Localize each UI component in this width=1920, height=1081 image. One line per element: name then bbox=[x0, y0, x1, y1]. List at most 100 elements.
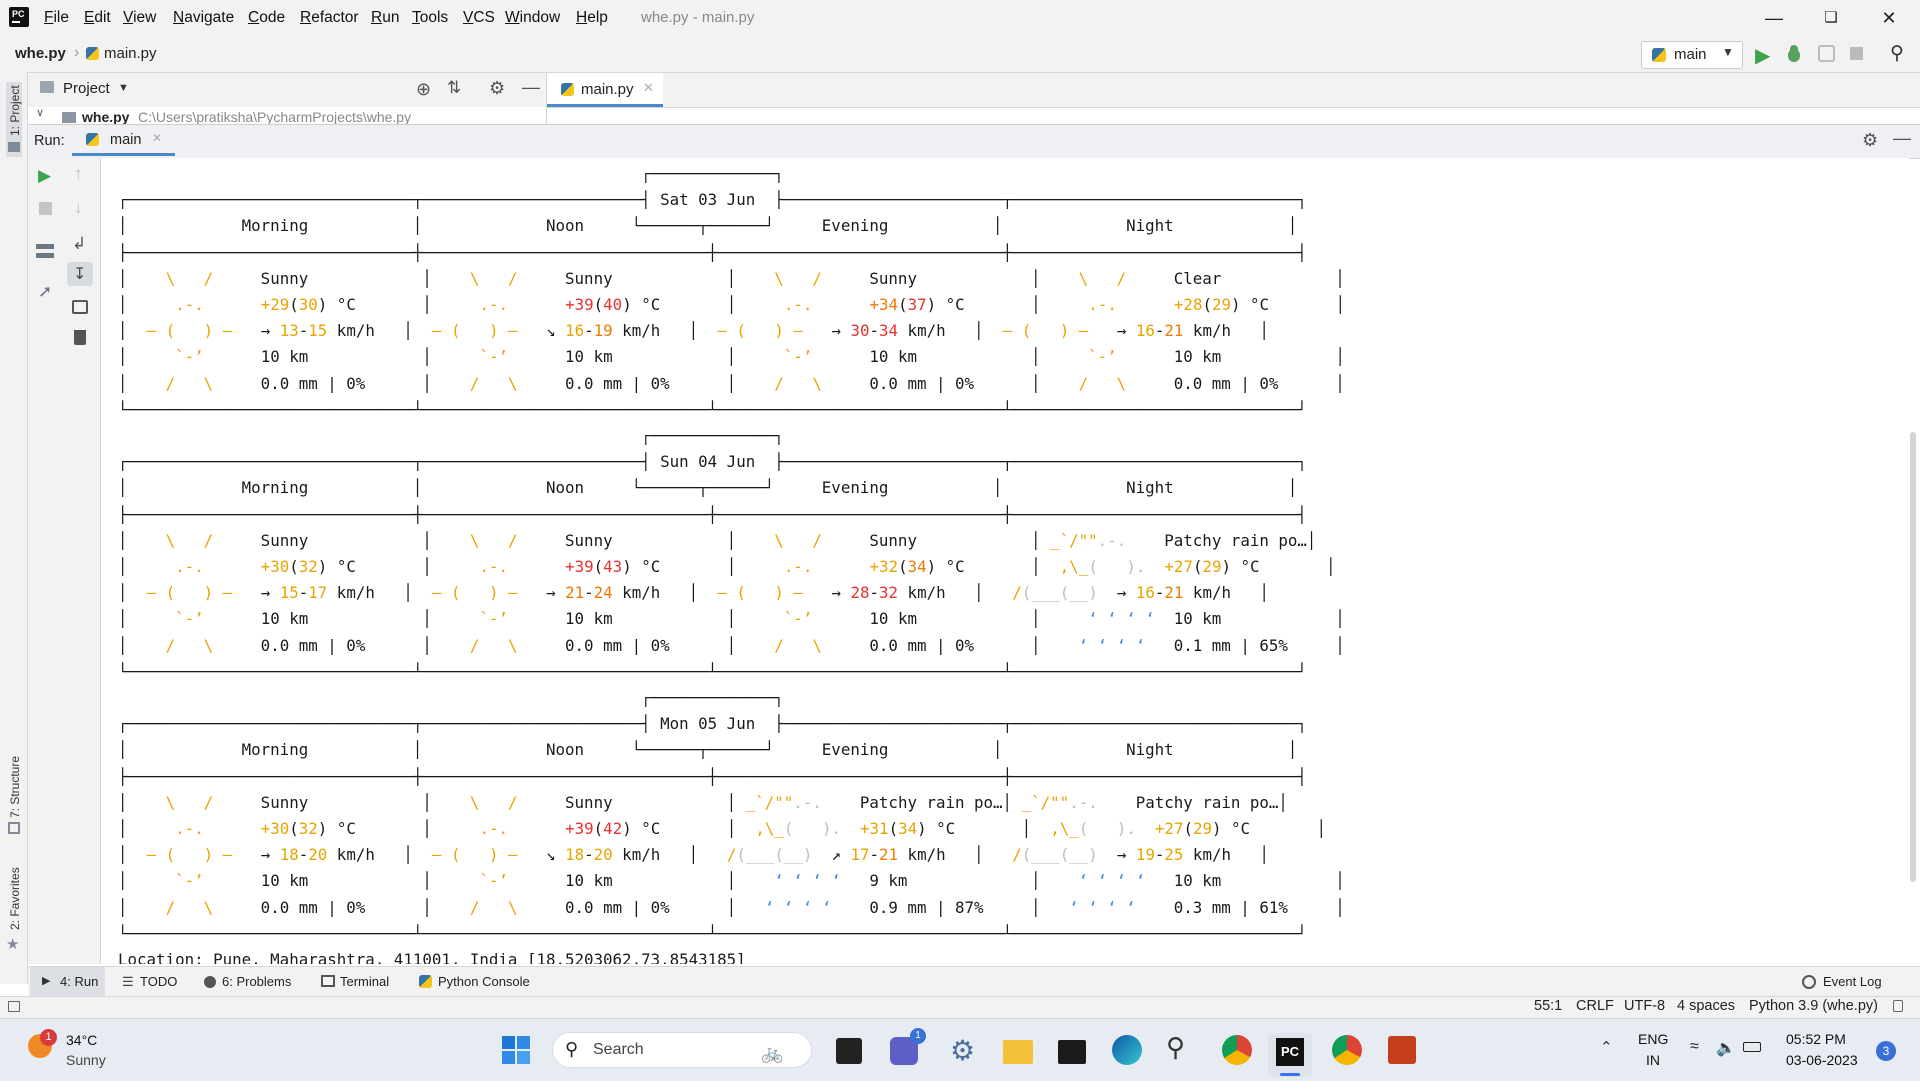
caret-position[interactable]: 55:1 bbox=[1534, 998, 1562, 1014]
menu-tools[interactable]: Tools bbox=[412, 9, 448, 27]
settings-gear-icon[interactable]: ⚙ bbox=[950, 1034, 975, 1067]
weather-temperature[interactable]: 34°C bbox=[66, 1032, 97, 1048]
gear-icon[interactable]: ⚙ bbox=[1862, 130, 1878, 151]
coverage-icon[interactable] bbox=[1818, 45, 1835, 62]
notification-count-badge[interactable]: 3 bbox=[1876, 1041, 1896, 1061]
chrome-icon[interactable] bbox=[1222, 1035, 1252, 1065]
terminal-icon bbox=[321, 975, 335, 987]
period-evening-2: Evening bbox=[821, 478, 889, 498]
search-everywhere-icon[interactable]: ⚲ bbox=[1890, 42, 1904, 65]
terminal-app-icon[interactable] bbox=[1058, 1040, 1086, 1064]
menu-window[interactable]: Window bbox=[505, 9, 560, 27]
menu-code[interactable]: Code bbox=[248, 9, 285, 27]
menu-edit[interactable]: Edit bbox=[84, 9, 111, 27]
gear-icon[interactable]: ⚙ bbox=[489, 78, 505, 99]
close-tab-icon[interactable]: ✕ bbox=[152, 131, 162, 145]
restore-layout-icon[interactable] bbox=[36, 244, 54, 258]
minimize-button[interactable]: — bbox=[1751, 4, 1797, 32]
magnifier-app-icon[interactable]: ⚲ bbox=[1166, 1032, 1185, 1063]
breadcrumb-file[interactable]: main.py bbox=[104, 45, 157, 62]
soft-wrap-icon[interactable]: ↲ bbox=[72, 234, 86, 254]
volume-icon[interactable]: 🔈 bbox=[1716, 1038, 1736, 1058]
print-icon[interactable] bbox=[72, 300, 88, 314]
tool-tab-python-console[interactable]: Python Console bbox=[438, 974, 530, 989]
chrome-profile-icon[interactable] bbox=[1332, 1035, 1362, 1065]
python-icon bbox=[86, 133, 99, 146]
task-view-icon[interactable] bbox=[836, 1038, 862, 1064]
close-tab-icon[interactable]: ✕ bbox=[643, 80, 654, 96]
hide-panel-icon[interactable]: — bbox=[522, 77, 540, 98]
menu-run[interactable]: Run bbox=[371, 9, 399, 27]
file-explorer-icon[interactable] bbox=[1003, 1040, 1033, 1064]
powerpoint-icon[interactable] bbox=[1388, 1036, 1416, 1064]
line-separator[interactable]: CRLF bbox=[1576, 998, 1614, 1014]
structure-tool-label[interactable]: 7: Structure bbox=[8, 756, 22, 818]
run-tab-label: main bbox=[110, 132, 142, 148]
arrow-down-icon[interactable]: ↓ bbox=[74, 198, 83, 218]
tool-tab-run-label: 4: Run bbox=[60, 974, 99, 989]
chevron-down-icon[interactable]: ▼ bbox=[118, 82, 129, 94]
file-encoding[interactable]: UTF-8 bbox=[1624, 998, 1665, 1014]
project-root-label[interactable]: whe.py bbox=[82, 109, 129, 125]
menu-view[interactable]: View bbox=[123, 9, 156, 27]
wifi-icon[interactable]: ≈ bbox=[1690, 1038, 1699, 1056]
windows-start-icon[interactable] bbox=[502, 1036, 530, 1064]
editor-tab-main[interactable]: main.py ✕ bbox=[547, 73, 663, 107]
clock-time[interactable]: 05:52 PM bbox=[1786, 1031, 1846, 1047]
restore-button[interactable]: ❏ bbox=[1808, 4, 1854, 32]
battery-icon[interactable] bbox=[1743, 1042, 1761, 1052]
tool-tab-terminal[interactable]: Terminal bbox=[340, 974, 389, 989]
chevron-down-icon[interactable]: ∨ bbox=[36, 107, 44, 119]
show-hidden-icons-chevron-icon[interactable]: ⌃ bbox=[1600, 1038, 1613, 1056]
stop-icon[interactable] bbox=[39, 202, 52, 215]
menu-vcs[interactable]: VCS bbox=[463, 9, 495, 27]
menu-refactor[interactable]: Refactor bbox=[300, 9, 359, 27]
indent-setting[interactable]: 4 spaces bbox=[1677, 998, 1735, 1014]
period-noon-1: Noon bbox=[545, 216, 585, 236]
tool-tab-todo[interactable]: TODO bbox=[140, 974, 177, 989]
close-window-button[interactable]: ✕ bbox=[1866, 4, 1912, 32]
locate-crosshair-icon[interactable]: ⊕ bbox=[416, 79, 431, 100]
period-noon-3: Noon bbox=[545, 740, 585, 760]
tool-tab-run[interactable]: ▶ 4: Run bbox=[30, 967, 105, 996]
project-panel-title[interactable]: Project bbox=[63, 80, 110, 97]
menu-help[interactable]: Help bbox=[576, 9, 608, 27]
console-output[interactable]: ┌─────────────┐ ┌───────────────────────… bbox=[101, 158, 1909, 964]
run-panel-header bbox=[28, 124, 1920, 159]
period-morning-1: Morning bbox=[241, 216, 309, 236]
weather-description[interactable]: Sunny bbox=[66, 1052, 106, 1068]
menu-file[interactable]: File bbox=[44, 9, 69, 27]
tool-tab-problems[interactable]: 6: Problems bbox=[222, 974, 291, 989]
project-tool-label[interactable]: 1: Project bbox=[8, 85, 22, 136]
python-interpreter[interactable]: Python 3.9 (whe.py) bbox=[1749, 998, 1878, 1014]
console-scrollbar[interactable] bbox=[1910, 432, 1916, 882]
toggle-tool-windows-icon[interactable] bbox=[8, 1001, 20, 1012]
lock-icon[interactable] bbox=[1893, 1000, 1903, 1012]
clock-date[interactable]: 03-06-2023 bbox=[1786, 1052, 1858, 1068]
rerun-icon[interactable]: ▶ bbox=[38, 166, 51, 186]
run-configuration-select[interactable]: main ▼ bbox=[1641, 41, 1743, 69]
arrow-up-icon[interactable]: ↑ bbox=[74, 164, 83, 184]
scroll-to-end-button[interactable]: ↧ bbox=[67, 262, 93, 286]
edge-browser-icon[interactable] bbox=[1112, 1035, 1142, 1065]
debug-bug-icon[interactable] bbox=[1785, 44, 1803, 64]
pin-icon[interactable]: ➚ bbox=[38, 282, 52, 302]
collapse-all-icon[interactable]: ⇅ bbox=[447, 78, 461, 98]
run-tab-main[interactable]: main ✕ bbox=[72, 125, 175, 156]
event-log-button[interactable]: Event Log bbox=[1823, 974, 1882, 989]
input-language[interactable]: ENG bbox=[1638, 1031, 1668, 1047]
trash-icon[interactable] bbox=[74, 330, 86, 345]
input-region[interactable]: IN bbox=[1646, 1052, 1660, 1068]
star-icon: ★ bbox=[6, 936, 20, 953]
hide-panel-icon[interactable]: — bbox=[1893, 128, 1911, 149]
menu-navigate[interactable]: Navigate bbox=[173, 9, 234, 27]
breadcrumb-project[interactable]: whe.py bbox=[15, 45, 66, 62]
stop-icon[interactable] bbox=[1850, 47, 1863, 60]
list-icon: ☰ bbox=[122, 974, 134, 989]
chat-badge: 1 bbox=[910, 1028, 926, 1044]
run-icon[interactable]: ▶ bbox=[1755, 43, 1770, 68]
favorites-tool-label[interactable]: 2: Favorites bbox=[8, 867, 22, 930]
left-tool-stripe bbox=[0, 72, 28, 984]
pycharm-taskbar-button[interactable]: PC bbox=[1268, 1033, 1312, 1077]
taskbar-search-box[interactable]: ⚲ Search 🚲 bbox=[552, 1032, 812, 1068]
